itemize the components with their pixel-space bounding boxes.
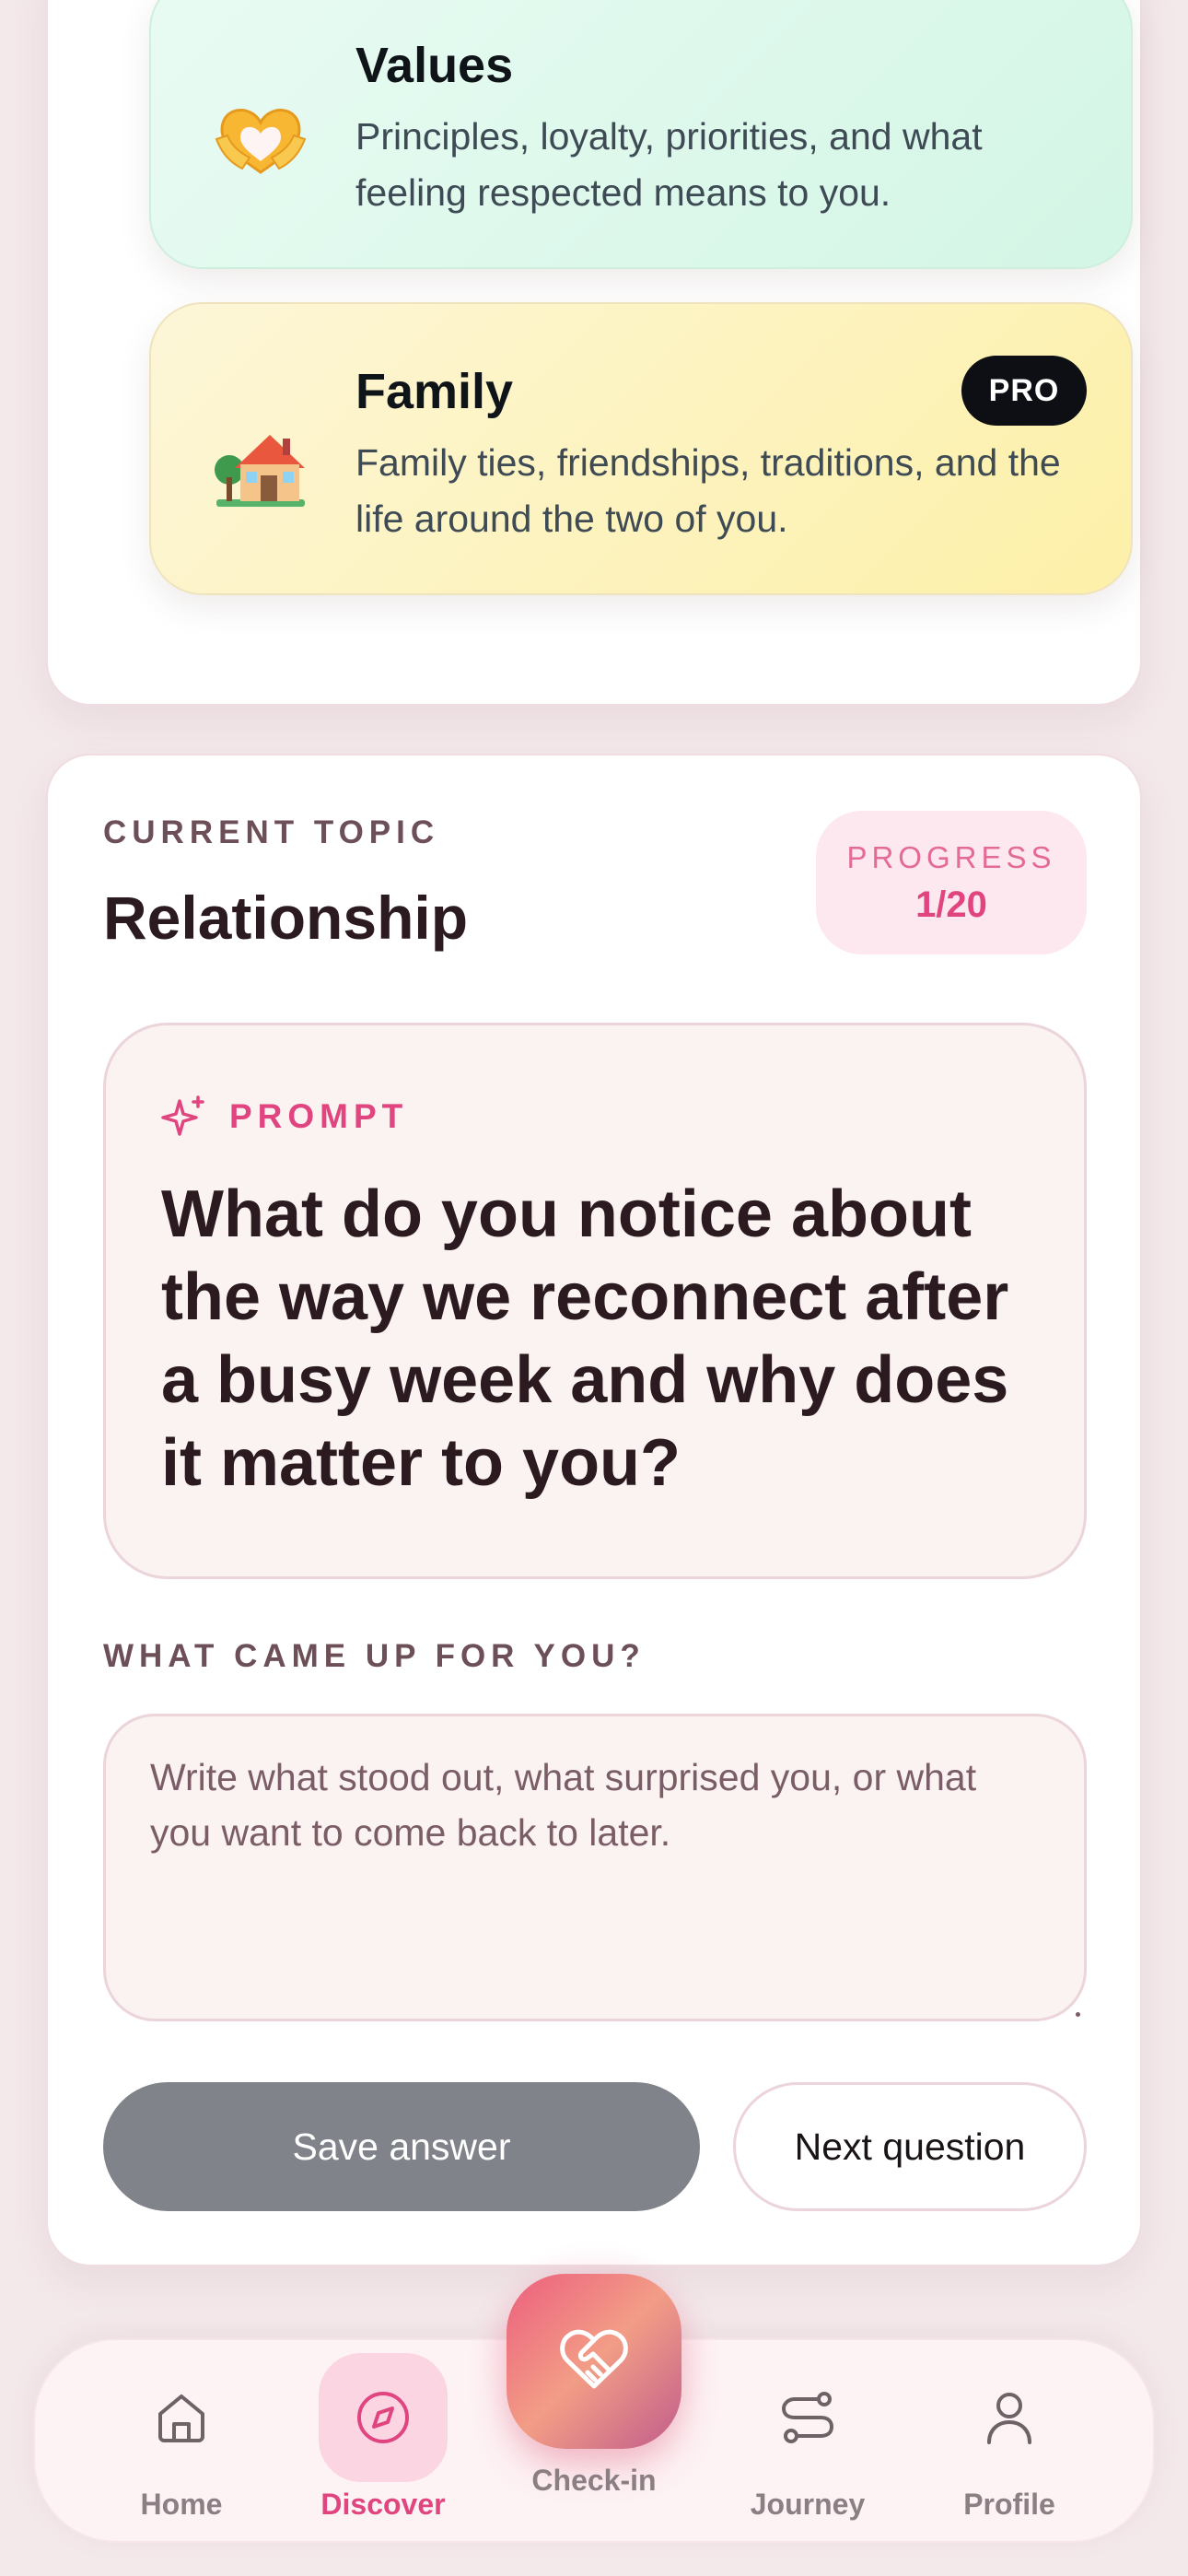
home-icon — [117, 2353, 246, 2482]
prompt-label: PROMPT — [229, 1097, 409, 1135]
sparkle-icon — [161, 1094, 207, 1140]
heart-handshake-icon — [560, 2327, 628, 2396]
discover-screen: Values Principles, loyalty, priorities, … — [0, 0, 1188, 2576]
answer-label: WHAT CAME UP FOR YOU? — [103, 1638, 646, 1674]
compass-icon — [319, 2353, 448, 2482]
nav-item-discover[interactable]: Discover — [291, 2340, 475, 2545]
pro-badge: PRO — [961, 356, 1087, 426]
progress-value: 1/20 — [915, 884, 987, 925]
next-question-button[interactable]: Next question — [733, 2082, 1087, 2211]
nav-item-profile[interactable]: Profile — [917, 2340, 1101, 2545]
progress-label: PROGRESS — [846, 839, 1056, 874]
prompt-question: What do you notice about the way we reco… — [161, 1177, 1009, 1500]
category-title: Values — [355, 38, 514, 93]
category-list-card: Values Principles, loyalty, priorities, … — [46, 0, 1142, 706]
answer-textarea[interactable] — [103, 1714, 1087, 2021]
heart-hands-icon — [210, 88, 311, 190]
progress-badge: PROGRESS 1/20 — [816, 811, 1087, 954]
save-answer-button[interactable]: Save answer — [103, 2082, 700, 2211]
category-description: Principles, loyalty, priorities, and wha… — [355, 115, 983, 214]
nav-item-home[interactable]: Home — [89, 2340, 274, 2545]
nav-label: Profile — [963, 2488, 1055, 2521]
nav-label: Discover — [320, 2488, 446, 2521]
category-title: Family — [355, 364, 514, 419]
nav-label: Home — [140, 2488, 223, 2521]
prompt-header: PROMPT — [161, 1094, 408, 1140]
category-card-values[interactable]: Values Principles, loyalty, priorities, … — [149, 0, 1133, 269]
nav-item-journey[interactable]: Journey — [716, 2340, 900, 2545]
nav-label-check-in: Check-in — [531, 2464, 657, 2497]
prompt-card: PROMPT What do you notice about the way … — [103, 1023, 1087, 1579]
house-icon — [210, 415, 311, 516]
current-topic-label: CURRENT TOPIC — [103, 814, 440, 850]
category-description: Family ties, friendships, traditions, an… — [355, 441, 1061, 540]
resize-handle[interactable] — [1076, 2012, 1080, 2017]
current-topic-card: CURRENT TOPIC Relationship PROGRESS 1/20… — [46, 754, 1142, 2266]
topic-title: Relationship — [103, 884, 469, 952]
nav-item-check-in[interactable] — [507, 2274, 681, 2449]
category-card-family[interactable]: Family PRO Family ties, friendships, tra… — [149, 302, 1133, 595]
route-icon — [743, 2353, 872, 2482]
user-icon — [945, 2353, 1074, 2482]
nav-label: Journey — [750, 2488, 866, 2521]
